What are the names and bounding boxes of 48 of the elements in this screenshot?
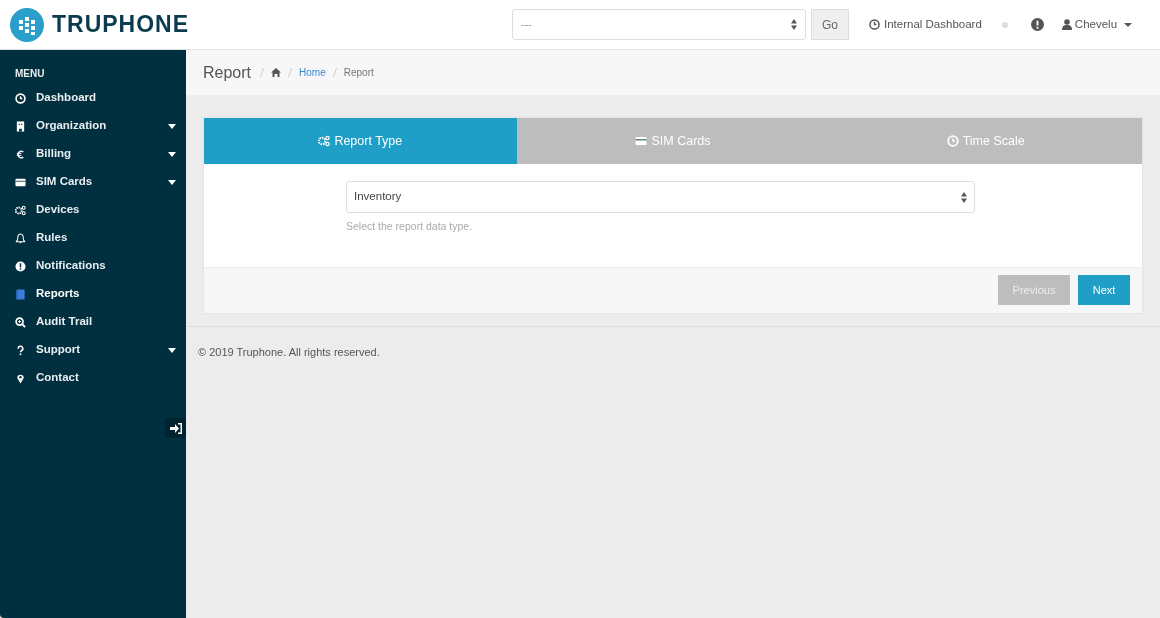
sidebar-item[interactable]: Support xyxy=(0,336,186,364)
sidebar-item[interactable]: Rules xyxy=(0,224,186,252)
brand-name: TRUPHONE xyxy=(52,10,190,40)
sidebar-item[interactable]: Audit Trail xyxy=(0,308,186,336)
caret-icon xyxy=(1124,22,1133,27)
home-icon[interactable] xyxy=(271,68,282,77)
help-text: Select the report data type. xyxy=(346,219,474,234)
breadcrumb-separator xyxy=(332,68,337,77)
user-menu[interactable]: Chevelu xyxy=(1061,15,1133,34)
euro-icon xyxy=(15,148,26,160)
sidebar-item[interactable]: Billing xyxy=(0,140,186,168)
sidebar-item[interactable]: SIM Cards xyxy=(0,168,186,196)
clock-icon xyxy=(869,19,880,30)
collapse-sidebar-button[interactable] xyxy=(165,418,186,438)
bell-icon xyxy=(15,232,26,244)
clock-icon xyxy=(946,135,959,147)
book-icon xyxy=(15,288,26,300)
menu-heading: MENU xyxy=(15,67,46,81)
go-button[interactable]: Go xyxy=(811,9,849,40)
search-icon xyxy=(15,316,26,328)
alert-icon xyxy=(15,260,26,272)
sign-in-icon xyxy=(169,422,182,434)
sidebar-item[interactable]: Notifications xyxy=(0,252,186,280)
card-icon xyxy=(635,135,648,147)
breadcrumb-separator xyxy=(288,68,293,77)
breadcrumb-separator xyxy=(260,68,265,77)
sidebar-item[interactable]: Reports xyxy=(0,280,186,308)
clock-icon xyxy=(15,92,26,104)
sidebar-item[interactable]: Contact xyxy=(0,364,186,392)
page-title: Report xyxy=(203,62,252,83)
select-arrows-icon xyxy=(791,19,797,30)
copyright-text: © 2019 Truphone. All rights reserved. xyxy=(198,345,380,358)
building-icon xyxy=(15,120,26,132)
user-icon xyxy=(1061,19,1072,30)
sidebar-item[interactable]: Devices xyxy=(0,196,186,224)
gears-icon xyxy=(15,204,26,216)
report-type-select[interactable]: Inventory xyxy=(346,181,975,213)
question-icon xyxy=(15,344,26,356)
card-icon xyxy=(15,176,26,188)
sidebar-item[interactable]: Organization xyxy=(0,112,186,140)
logo-icon xyxy=(10,7,44,42)
sidebar-item[interactable]: Dashboard xyxy=(0,84,186,112)
pin-icon xyxy=(15,372,26,384)
breadcrumb-current: Report xyxy=(343,66,374,80)
internal-dashboard-link[interactable]: Internal Dashboard xyxy=(884,15,982,34)
gears-icon xyxy=(318,135,331,147)
select-arrows-icon xyxy=(961,191,967,203)
alert-icon[interactable] xyxy=(1030,18,1044,31)
